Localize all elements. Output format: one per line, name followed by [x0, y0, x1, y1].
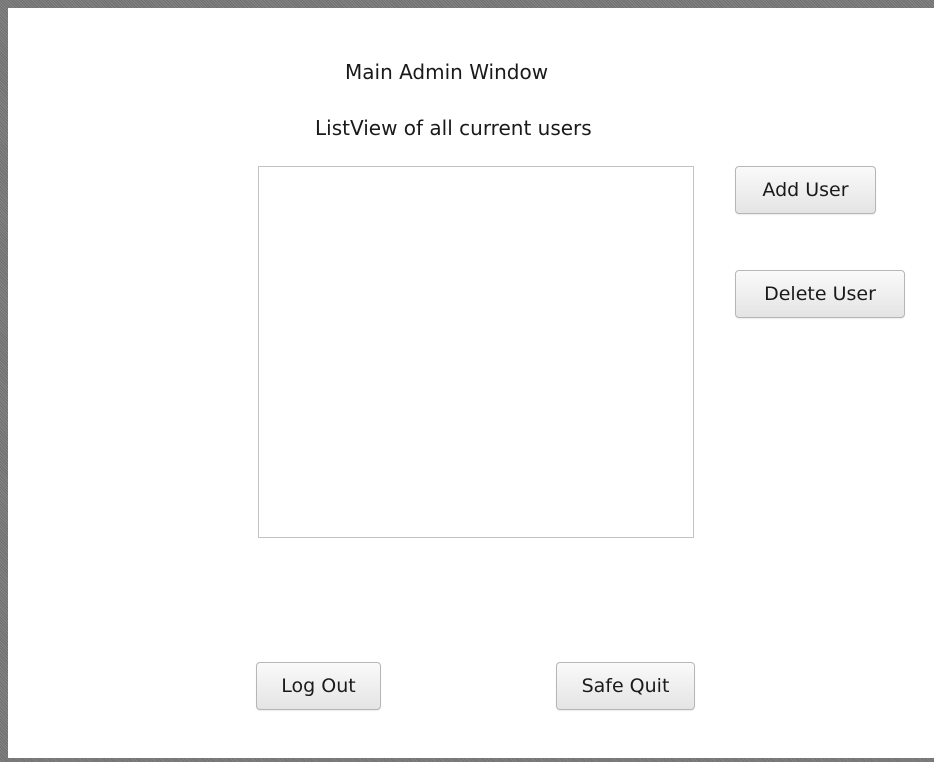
- list-caption: ListView of all current users: [315, 116, 592, 140]
- delete-user-button[interactable]: Delete User: [735, 270, 905, 318]
- log-out-button[interactable]: Log Out: [256, 662, 381, 710]
- add-user-button[interactable]: Add User: [735, 166, 876, 214]
- users-list-view[interactable]: [258, 166, 694, 538]
- page-title: Main Admin Window: [345, 60, 549, 84]
- main-admin-window: Main Admin Window ListView of all curren…: [8, 8, 934, 758]
- safe-quit-button[interactable]: Safe Quit: [556, 662, 695, 710]
